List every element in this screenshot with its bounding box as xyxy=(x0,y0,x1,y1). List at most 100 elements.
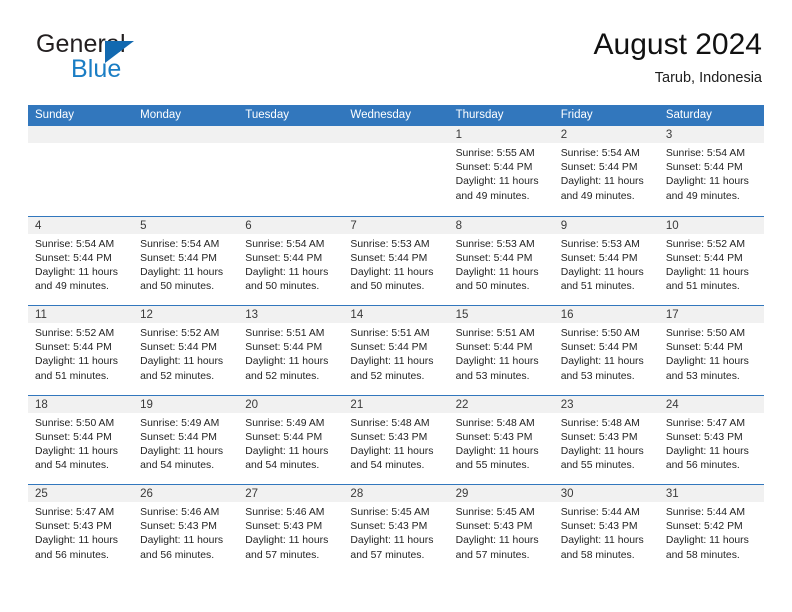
day-cell[interactable]: 16 Sunrise: 5:50 AM Sunset: 5:44 PM Dayl… xyxy=(553,306,659,395)
day-cell[interactable]: 14 Sunrise: 5:51 AM Sunset: 5:44 PM Dayl… xyxy=(343,306,449,395)
sunset-text: Sunset: 5:43 PM xyxy=(455,521,533,533)
sunrise-text: Sunrise: 5:48 AM xyxy=(560,417,640,429)
weekday-header-row: Sunday Monday Tuesday Wednesday Thursday… xyxy=(28,105,764,126)
day-cell[interactable]: 12 Sunrise: 5:52 AM Sunset: 5:44 PM Dayl… xyxy=(133,306,239,395)
day-cell[interactable]: 13 Sunrise: 5:51 AM Sunset: 5:44 PM Dayl… xyxy=(238,306,344,395)
day-info xyxy=(35,143,127,147)
day-cell[interactable]: 1 Sunrise: 5:55 AM Sunset: 5:44 PM Dayli… xyxy=(448,126,554,216)
day-cell[interactable] xyxy=(28,126,134,216)
sunset-text: Sunset: 5:44 PM xyxy=(140,431,217,443)
daylight-text-line1: Daylight: 11 hours xyxy=(665,176,749,188)
day-info: Sunrise: 5:45 AM Sunset: 5:43 PM Dayligh… xyxy=(350,502,442,563)
sunrise-text: Sunrise: 5:44 AM xyxy=(560,507,640,518)
day-cell[interactable] xyxy=(133,126,239,216)
day-number: 12 xyxy=(133,306,239,323)
day-cell[interactable]: 17 Sunrise: 5:50 AM Sunset: 5:44 PM Dayl… xyxy=(658,306,764,395)
day-cell[interactable]: 5 Sunrise: 5:54 AM Sunset: 5:44 PM Dayli… xyxy=(133,216,239,305)
daylight-text-line2: and 54 minutes. xyxy=(350,460,425,472)
day-cell[interactable]: 21 Sunrise: 5:48 AM Sunset: 5:43 PM Dayl… xyxy=(343,395,449,484)
day-info: Sunrise: 5:49 AM Sunset: 5:44 PM Dayligh… xyxy=(245,413,337,474)
day-number: 10 xyxy=(658,216,764,234)
day-cell[interactable]: 31 Sunrise: 5:44 AM Sunset: 5:42 PM Dayl… xyxy=(658,485,764,574)
day-cell[interactable]: 24 Sunrise: 5:47 AM Sunset: 5:43 PM Dayl… xyxy=(658,395,764,484)
page-title: August 2024 xyxy=(593,28,762,61)
sunset-text: Sunset: 5:43 PM xyxy=(35,521,112,533)
day-info: Sunrise: 5:53 AM Sunset: 5:44 PM Dayligh… xyxy=(350,234,442,295)
sunset-text: Sunset: 5:44 PM xyxy=(245,431,323,443)
day-info: Sunrise: 5:53 AM Sunset: 5:44 PM Dayligh… xyxy=(561,234,653,295)
daylight-text-line2: and 50 minutes. xyxy=(140,281,215,293)
day-number: 13 xyxy=(238,306,344,323)
day-cell[interactable]: 8 Sunrise: 5:53 AM Sunset: 5:44 PM Dayli… xyxy=(448,216,554,305)
daylight-text-line1: Daylight: 11 hours xyxy=(350,356,434,368)
sunrise-text: Sunrise: 5:54 AM xyxy=(560,148,640,159)
day-cell[interactable]: 26 Sunrise: 5:46 AM Sunset: 5:43 PM Dayl… xyxy=(133,485,239,574)
day-cell[interactable]: 18 Sunrise: 5:50 AM Sunset: 5:44 PM Dayl… xyxy=(28,395,134,484)
daylight-text-line2: and 56 minutes. xyxy=(140,549,215,561)
day-cell[interactable]: 11 Sunrise: 5:52 AM Sunset: 5:44 PM Dayl… xyxy=(28,306,134,395)
day-info: Sunrise: 5:46 AM Sunset: 5:43 PM Dayligh… xyxy=(245,502,337,563)
daylight-text-line1: Daylight: 11 hours xyxy=(560,356,644,368)
day-number xyxy=(343,126,449,143)
day-info: Sunrise: 5:46 AM Sunset: 5:43 PM Dayligh… xyxy=(140,502,232,563)
day-cell[interactable]: 4 Sunrise: 5:54 AM Sunset: 5:44 PM Dayli… xyxy=(28,216,134,305)
day-cell[interactable]: 28 Sunrise: 5:45 AM Sunset: 5:43 PM Dayl… xyxy=(343,485,449,574)
daylight-text-line2: and 49 minutes. xyxy=(665,190,740,202)
day-info: Sunrise: 5:48 AM Sunset: 5:43 PM Dayligh… xyxy=(456,413,548,474)
sunset-text: Sunset: 5:43 PM xyxy=(455,431,533,443)
day-number: 15 xyxy=(448,306,554,323)
day-cell[interactable]: 3 Sunrise: 5:54 AM Sunset: 5:44 PM Dayli… xyxy=(658,126,764,216)
daylight-text-line2: and 49 minutes. xyxy=(455,190,530,202)
daylight-text-line2: and 57 minutes. xyxy=(245,549,320,561)
day-cell[interactable] xyxy=(238,126,344,216)
day-info: Sunrise: 5:50 AM Sunset: 5:44 PM Dayligh… xyxy=(561,323,653,384)
daylight-text-line2: and 58 minutes. xyxy=(665,549,740,561)
day-number: 14 xyxy=(343,306,449,323)
sunrise-text: Sunrise: 5:48 AM xyxy=(455,417,535,429)
day-info: Sunrise: 5:52 AM Sunset: 5:44 PM Dayligh… xyxy=(35,323,127,384)
daylight-text-line2: and 57 minutes. xyxy=(350,549,425,561)
day-info: Sunrise: 5:50 AM Sunset: 5:44 PM Dayligh… xyxy=(666,323,758,384)
sunrise-text: Sunrise: 5:51 AM xyxy=(455,328,535,339)
day-number: 31 xyxy=(658,485,764,502)
day-cell[interactable] xyxy=(343,126,449,216)
general-blue-logo[interactable]: General Blue xyxy=(36,32,276,94)
day-cell[interactable]: 27 Sunrise: 5:46 AM Sunset: 5:43 PM Dayl… xyxy=(238,485,344,574)
sunset-text: Sunset: 5:44 PM xyxy=(350,342,428,354)
day-number: 20 xyxy=(238,395,344,413)
sunrise-text: Sunrise: 5:46 AM xyxy=(245,507,325,518)
day-cell[interactable]: 20 Sunrise: 5:49 AM Sunset: 5:44 PM Dayl… xyxy=(238,395,344,484)
day-number: 30 xyxy=(553,485,659,502)
day-cell[interactable]: 15 Sunrise: 5:51 AM Sunset: 5:44 PM Dayl… xyxy=(448,306,554,395)
day-cell[interactable]: 2 Sunrise: 5:54 AM Sunset: 5:44 PM Dayli… xyxy=(553,126,659,216)
page-header: General Blue August 2024 Tarub, Indonesi… xyxy=(28,28,764,96)
daylight-text-line1: Daylight: 11 hours xyxy=(140,445,224,457)
daylight-text-line1: Daylight: 11 hours xyxy=(245,266,329,278)
day-cell[interactable]: 19 Sunrise: 5:49 AM Sunset: 5:44 PM Dayl… xyxy=(133,395,239,484)
day-cell[interactable]: 10 Sunrise: 5:52 AM Sunset: 5:44 PM Dayl… xyxy=(658,216,764,305)
day-cell[interactable]: 9 Sunrise: 5:53 AM Sunset: 5:44 PM Dayli… xyxy=(553,216,659,305)
day-info: Sunrise: 5:49 AM Sunset: 5:44 PM Dayligh… xyxy=(140,413,232,474)
daylight-text-line1: Daylight: 11 hours xyxy=(350,535,434,547)
daylight-text-line2: and 53 minutes. xyxy=(665,370,740,382)
day-number: 19 xyxy=(133,395,239,413)
day-cell[interactable]: 7 Sunrise: 5:53 AM Sunset: 5:44 PM Dayli… xyxy=(343,216,449,305)
day-cell[interactable]: 22 Sunrise: 5:48 AM Sunset: 5:43 PM Dayl… xyxy=(448,395,554,484)
day-cell[interactable]: 23 Sunrise: 5:48 AM Sunset: 5:43 PM Dayl… xyxy=(553,395,659,484)
day-number: 1 xyxy=(448,126,554,143)
day-info: Sunrise: 5:48 AM Sunset: 5:43 PM Dayligh… xyxy=(350,413,442,474)
week-row: 11 Sunrise: 5:52 AM Sunset: 5:44 PM Dayl… xyxy=(28,305,764,395)
sunset-text: Sunset: 5:44 PM xyxy=(245,342,323,354)
day-cell[interactable]: 30 Sunrise: 5:44 AM Sunset: 5:43 PM Dayl… xyxy=(553,485,659,574)
sunset-text: Sunset: 5:43 PM xyxy=(560,431,638,443)
day-info xyxy=(140,143,232,147)
day-number xyxy=(28,126,134,143)
sunset-text: Sunset: 5:44 PM xyxy=(140,252,217,264)
sunrise-text: Sunrise: 5:53 AM xyxy=(455,238,535,250)
day-cell[interactable]: 25 Sunrise: 5:47 AM Sunset: 5:43 PM Dayl… xyxy=(28,485,134,574)
day-number: 16 xyxy=(553,306,659,323)
daylight-text-line2: and 50 minutes. xyxy=(245,281,320,293)
day-cell[interactable]: 6 Sunrise: 5:54 AM Sunset: 5:44 PM Dayli… xyxy=(238,216,344,305)
sunrise-text: Sunrise: 5:54 AM xyxy=(140,238,220,250)
day-cell[interactable]: 29 Sunrise: 5:45 AM Sunset: 5:43 PM Dayl… xyxy=(448,485,554,574)
